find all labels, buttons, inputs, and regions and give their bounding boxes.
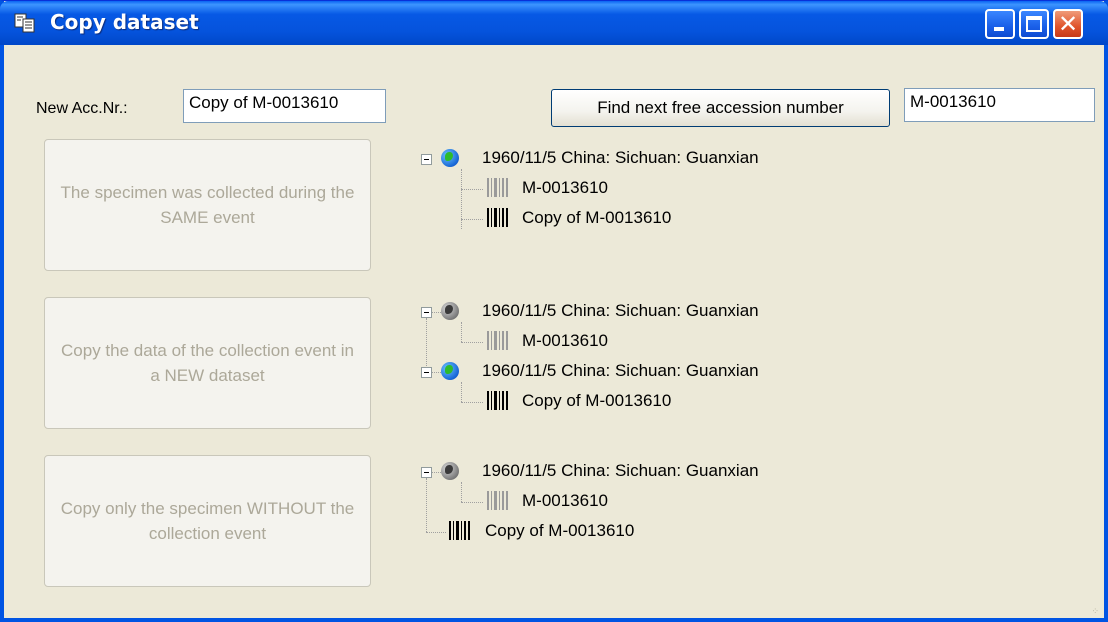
barcode-icon — [487, 331, 511, 350]
original-acc-input[interactable]: M-0013610 — [904, 88, 1095, 122]
specimen-node-label[interactable]: M-0013610 — [522, 488, 608, 514]
maximize-button[interactable] — [1019, 9, 1049, 39]
window-title: Copy dataset — [50, 10, 199, 34]
globe-icon — [441, 302, 459, 320]
resize-grip[interactable]: ⁘ — [1091, 606, 1100, 617]
event-node-label[interactable]: 1960/11/5 China: Sichuan: Guanxian — [482, 358, 759, 384]
tree-connector — [461, 322, 463, 342]
tree-connector — [426, 478, 428, 532]
barcode-icon — [487, 391, 511, 410]
copy-dataset-window: Copy dataset ✕ New Acc.Nr.: Copy of M-00… — [0, 0, 1108, 622]
tree-connector — [461, 189, 483, 191]
barcode-icon — [487, 491, 511, 510]
globe-icon — [441, 462, 459, 480]
event-node-label[interactable]: 1960/11/5 China: Sichuan: Guanxian — [482, 458, 759, 484]
tree-connector — [461, 382, 463, 402]
event-node-label[interactable]: 1960/11/5 China: Sichuan: Guanxian — [482, 298, 759, 324]
find-next-free-accession-button[interactable]: Find next free accession number — [551, 89, 890, 127]
specimen-node-label[interactable]: M-0013610 — [522, 175, 608, 201]
tree-new-event: 1960/11/5 China: Sichuan: Guanxian M-001… — [409, 298, 1009, 438]
copy-document-icon — [14, 13, 35, 33]
tree-connector — [432, 372, 441, 374]
same-event-button[interactable]: The specimen was collected during the SA… — [44, 139, 371, 271]
collapse-toggle[interactable] — [421, 307, 432, 318]
maximize-icon — [1026, 16, 1042, 32]
title-bar[interactable]: Copy dataset ✕ — [0, 1, 1108, 45]
barcode-icon — [449, 521, 473, 540]
tree-connector — [461, 502, 483, 504]
new-acc-label: New Acc.Nr.: — [36, 100, 128, 117]
specimen-node-label[interactable]: M-0013610 — [522, 328, 608, 354]
barcode-icon — [487, 178, 511, 197]
tree-same-event: 1960/11/5 China: Sichuan: Guanxian M-001… — [409, 145, 1009, 255]
globe-icon — [441, 362, 459, 380]
barcode-icon — [487, 208, 511, 227]
minimize-button[interactable] — [985, 9, 1015, 39]
close-button[interactable]: ✕ — [1053, 9, 1083, 39]
collapse-toggle[interactable] — [421, 467, 432, 478]
specimen-copy-node-label[interactable]: Copy of M-0013610 — [485, 518, 634, 544]
tree-connector — [426, 318, 428, 372]
collapse-toggle[interactable] — [421, 367, 432, 378]
specimen-only-button[interactable]: Copy only the specimen WITHOUT the colle… — [44, 455, 371, 587]
minimize-icon — [994, 27, 1004, 31]
specimen-copy-node-label[interactable]: Copy of M-0013610 — [522, 205, 671, 231]
new-acc-input[interactable]: Copy of M-0013610 — [183, 89, 386, 123]
globe-icon — [441, 149, 459, 167]
collapse-toggle[interactable] — [421, 154, 432, 165]
new-event-button[interactable]: Copy the data of the collection event in… — [44, 297, 371, 429]
event-node-label[interactable]: 1960/11/5 China: Sichuan: Guanxian — [482, 145, 759, 171]
tree-connector — [461, 402, 483, 404]
tree-connector — [461, 219, 483, 221]
tree-specimen-only: 1960/11/5 China: Sichuan: Guanxian M-001… — [409, 458, 1009, 568]
dialog-client-area: New Acc.Nr.: Copy of M-0013610 Find next… — [4, 45, 1104, 619]
tree-connector — [461, 342, 483, 344]
tree-connector — [432, 472, 441, 474]
tree-connector — [426, 532, 446, 534]
tree-connector — [461, 482, 463, 502]
specimen-copy-node-label[interactable]: Copy of M-0013610 — [522, 388, 671, 414]
close-icon: ✕ — [1057, 10, 1079, 38]
tree-connector — [432, 312, 441, 314]
